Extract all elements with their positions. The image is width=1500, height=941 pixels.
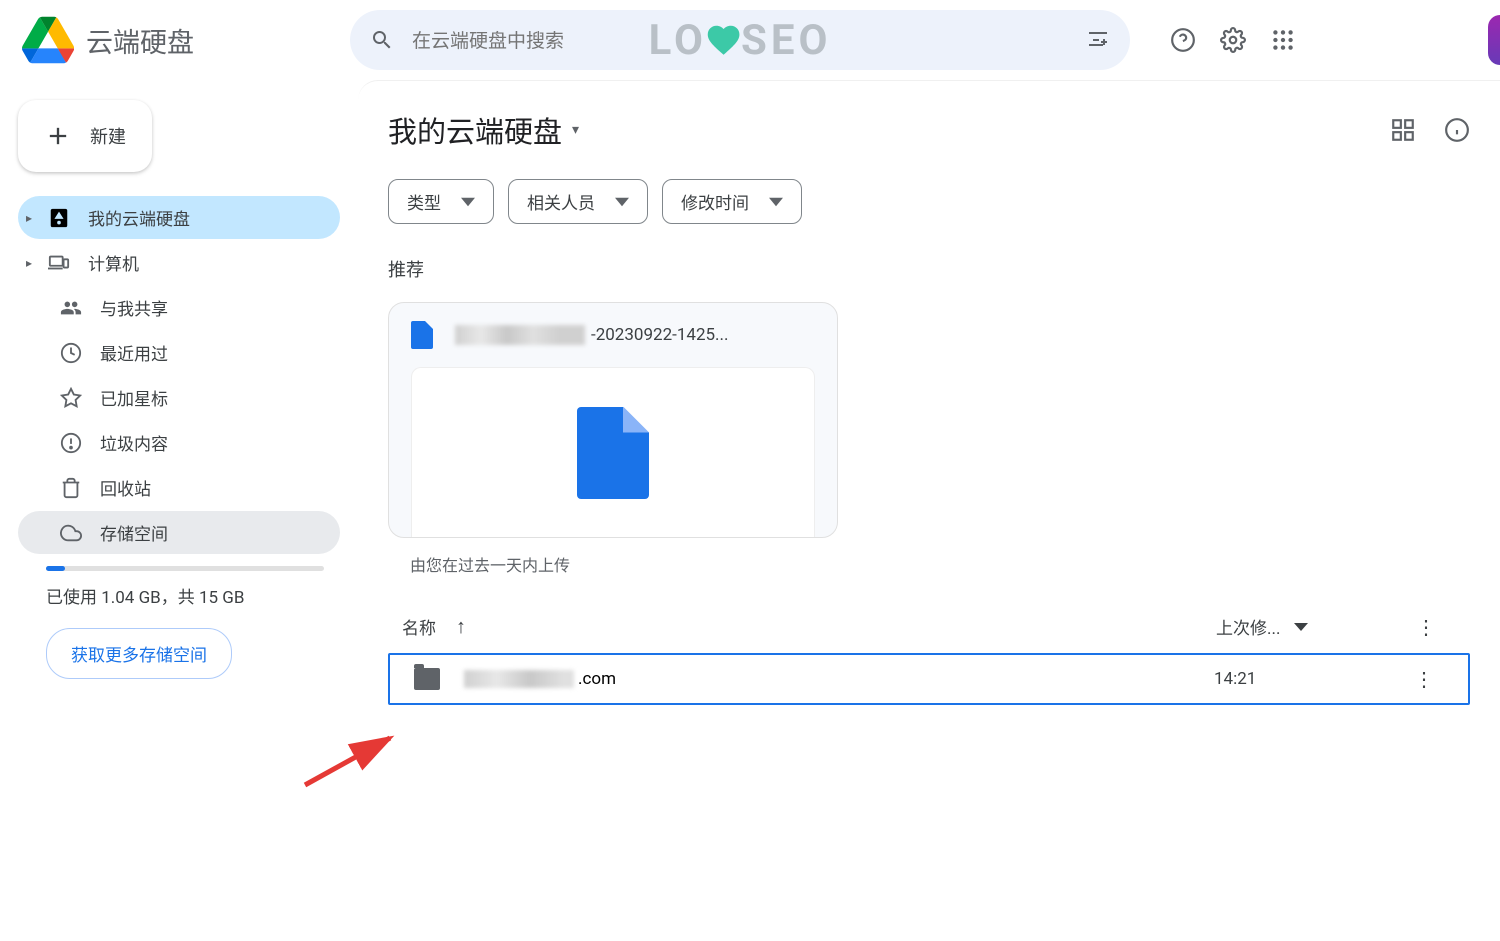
storage-progress (46, 566, 324, 571)
search-bar[interactable]: LOSEO (350, 10, 1130, 70)
new-button[interactable]: 新建 (18, 100, 152, 172)
suggestion-section-label: 推荐 (388, 256, 1470, 282)
chevron-right-icon: ▸ (26, 211, 38, 225)
logo-area[interactable]: 云端硬盘 (10, 16, 350, 64)
nav-storage[interactable]: 存储空间 (18, 511, 340, 554)
drive-logo-icon (22, 16, 74, 64)
caret-down-icon (769, 195, 783, 209)
apps-grid-icon[interactable] (1270, 27, 1296, 53)
grid-view-icon[interactable] (1390, 117, 1416, 143)
nav-recent[interactable]: 最近用过 (18, 331, 340, 374)
search-input[interactable] (412, 29, 1086, 52)
nav-computers[interactable]: ▸ 计算机 (18, 241, 340, 284)
file-large-icon (577, 407, 649, 499)
nav-list: ▸ 我的云端硬盘 ▸ 计算机 与我共享 最近用过 已加星标 (12, 196, 346, 554)
suggestion-filename: -20230922-1425... (455, 325, 729, 345)
breadcrumb-title[interactable]: 我的云端硬盘 ▾ (388, 109, 579, 151)
sort-arrow-up-icon[interactable]: ↑ (456, 614, 466, 639)
caret-down-icon (461, 195, 475, 209)
clock-icon (60, 342, 82, 364)
filter-row: 类型 相关人员 修改时间 (388, 179, 1470, 224)
caret-down-icon (615, 195, 629, 209)
caret-down-icon[interactable] (1294, 623, 1308, 631)
cloud-icon (60, 522, 82, 544)
nav-spam[interactable]: 垃圾内容 (18, 421, 340, 464)
storage-text: 已使用 1.04 GB，共 15 GB (46, 583, 346, 608)
suggestion-meta: 由您在过去一天内上传 (388, 538, 1470, 596)
drive-icon (48, 207, 70, 229)
nav-starred[interactable]: 已加星标 (18, 376, 340, 419)
row-more-icon[interactable]: ⋮ (1394, 667, 1454, 691)
help-icon[interactable] (1170, 27, 1196, 53)
nav-shared[interactable]: 与我共享 (18, 286, 340, 329)
devices-icon (48, 252, 70, 274)
file-name: .com (464, 669, 1214, 689)
search-icon (370, 28, 394, 52)
settings-gear-icon[interactable] (1220, 27, 1246, 53)
nav-my-drive[interactable]: ▸ 我的云端硬盘 (18, 196, 340, 239)
search-options-icon[interactable] (1086, 28, 1110, 52)
file-modified: 14:21 (1214, 669, 1394, 689)
nav-trash[interactable]: 回收站 (18, 466, 340, 509)
file-icon (411, 321, 433, 349)
chevron-right-icon: ▸ (26, 256, 38, 270)
filter-type[interactable]: 类型 (388, 179, 494, 224)
avatar[interactable] (1488, 15, 1500, 65)
get-storage-button[interactable]: 获取更多存储空间 (46, 628, 232, 679)
trash-icon (60, 477, 82, 499)
header-more-icon[interactable]: ⋮ (1396, 615, 1456, 639)
info-icon[interactable] (1444, 117, 1470, 143)
caret-down-icon: ▾ (572, 122, 579, 138)
col-name-header[interactable]: 名称 (402, 614, 436, 639)
suggestion-card[interactable]: -20230922-1425... (388, 302, 838, 538)
table-header: 名称 ↑ 上次修... ⋮ (388, 596, 1470, 653)
col-modified-header[interactable]: 上次修... (1216, 614, 1280, 639)
sidebar: 新建 ▸ 我的云端硬盘 ▸ 计算机 与我共享 最近用过 (0, 80, 358, 941)
suggestion-preview (411, 367, 815, 537)
filter-modified[interactable]: 修改时间 (662, 179, 802, 224)
star-icon (60, 387, 82, 409)
app-name: 云端硬盘 (86, 21, 194, 60)
file-row-selected[interactable]: .com 14:21 ⋮ (388, 653, 1470, 705)
spam-icon (60, 432, 82, 454)
people-icon (60, 297, 82, 319)
folder-icon (414, 668, 440, 690)
plus-icon (44, 122, 72, 150)
main-content: 我的云端硬盘 ▾ 类型 相关人员 修改时间 推荐 -20230922-1425.… (358, 80, 1500, 941)
filter-people[interactable]: 相关人员 (508, 179, 648, 224)
